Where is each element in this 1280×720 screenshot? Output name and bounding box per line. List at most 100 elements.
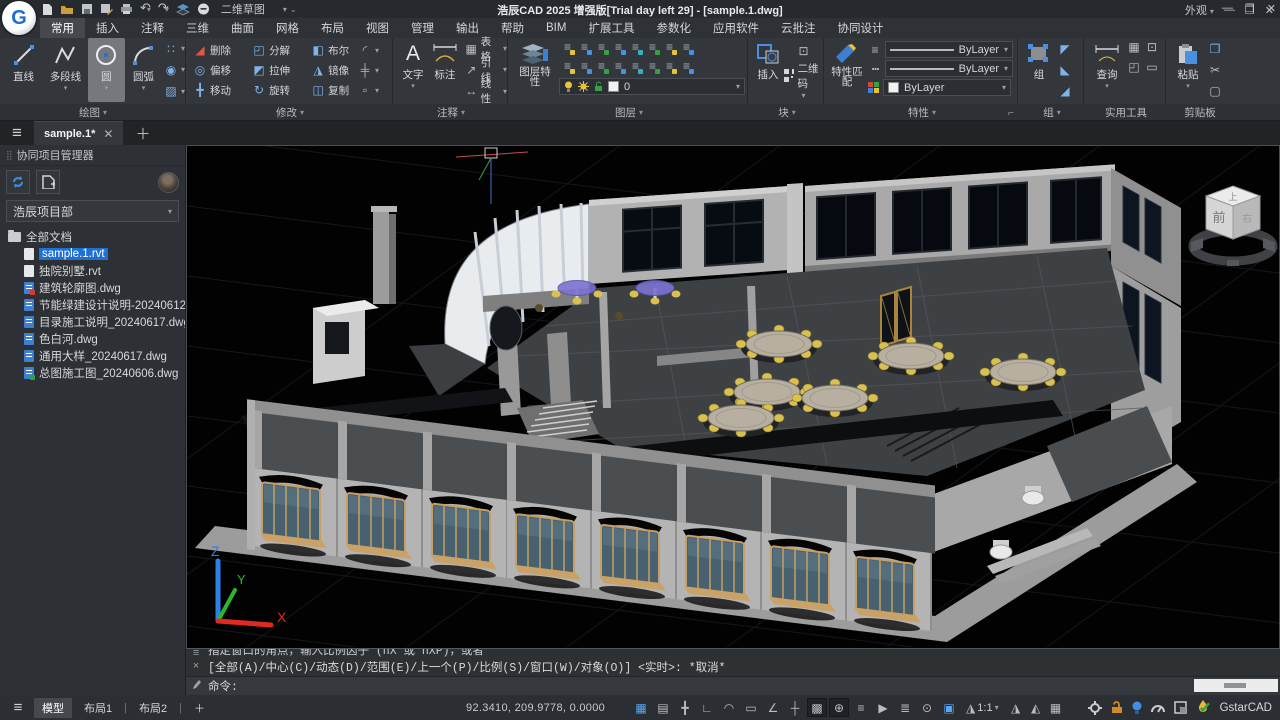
insert-block-button[interactable]: 插入	[754, 38, 782, 102]
drawing-viewport[interactable]: 上 前 右 Z Y X	[186, 145, 1280, 648]
project-selector[interactable]: 浩辰项目部 ▾	[6, 200, 179, 222]
new-layout-button[interactable]: ＋	[186, 698, 213, 718]
layout1-tab[interactable]: 布局1	[76, 698, 120, 718]
drag-handle-icon[interactable]: ⣿	[6, 150, 12, 161]
block-edit-button[interactable]: ⊡	[796, 41, 810, 61]
hatch-button[interactable]: ▨▾	[164, 81, 185, 101]
new-tab-button[interactable]: ＋	[123, 121, 162, 145]
viewcube-front-label[interactable]: 前	[1212, 210, 1225, 225]
status-toggle-icon[interactable]: ◠	[719, 698, 739, 717]
status-toggle-icon[interactable]: ⊙	[917, 698, 937, 717]
layer-tool-icon[interactable]: ≡	[559, 57, 576, 76]
copy-clip-icon[interactable]: ❐	[1208, 43, 1222, 55]
tree-file-item[interactable]: 目录施工说明_20240617.dwg	[0, 313, 185, 330]
align-button[interactable]: ╪▾	[358, 60, 392, 80]
qr-code-button[interactable]: 二维码	[784, 66, 823, 86]
group-edit-icon[interactable]: ◣	[1058, 64, 1072, 76]
status-toggle-icon[interactable]: ⊕	[829, 698, 849, 717]
annotate-tool-button[interactable]: ↔ 线性▾	[465, 81, 507, 101]
status-toggle-icon[interactable]: ≡	[851, 698, 871, 717]
settings-gear-icon[interactable]	[1088, 701, 1102, 715]
doc-close-button[interactable]: ✕	[1265, 4, 1274, 17]
modify-tool-button[interactable]: ↻ 旋转	[252, 80, 308, 100]
status-toggle-icon[interactable]: ┼	[785, 698, 805, 717]
layer-tool-icon[interactable]: ≡	[593, 38, 610, 57]
id-point-icon[interactable]: ⊡	[1145, 41, 1159, 61]
measure-button[interactable]: 查询▾	[1090, 38, 1124, 102]
color-dropdown[interactable]: ByLayer▾	[883, 79, 1011, 96]
modify-group-label[interactable]: 修改▾	[187, 104, 393, 121]
modify-tool-button[interactable]: ╋ 移动	[193, 80, 249, 100]
status-toggle-icon[interactable]: ▣	[939, 698, 959, 717]
paste-button[interactable]: 粘贴▾	[1172, 38, 1204, 102]
panel-menu-icon[interactable]: ≡	[0, 121, 34, 145]
ribbon-tab[interactable]: 扩展工具	[577, 18, 645, 38]
ribbon-tab[interactable]: 曲面	[220, 18, 265, 38]
status-toggle-icon[interactable]: ▭	[741, 698, 761, 717]
lock-icon[interactable]	[1111, 701, 1123, 714]
layer-tool-icon[interactable]: ≡	[593, 57, 610, 76]
tree-file-item[interactable]: 建筑轮廓图.dwg	[0, 279, 185, 296]
layer-tool-icon[interactable]: ≡	[559, 38, 576, 57]
quick-select-icon[interactable]: ◰	[1127, 61, 1141, 81]
layer-tool-icon[interactable]: ≡	[644, 57, 661, 76]
layer-tool-icon[interactable]: ≡	[644, 38, 661, 57]
viewcube-top-label[interactable]: 上	[1228, 192, 1237, 202]
status-toggle-icon[interactable]: ▤	[653, 698, 673, 717]
model-tab[interactable]: 模型	[34, 698, 72, 718]
draw-group-label[interactable]: 绘图▾	[0, 104, 186, 121]
user-avatar[interactable]	[158, 172, 179, 193]
layer-tool-icon[interactable]: ≡	[678, 57, 695, 76]
select-all-icon[interactable]: ▭	[1145, 61, 1159, 81]
status-toggle-icon[interactable]: ∟	[697, 698, 717, 717]
tree-file-item[interactable]: 节能绿建设计说明-20240612.dwg	[0, 296, 185, 313]
match-properties-button[interactable]: 特性匹配	[829, 38, 865, 102]
tree-folder-root[interactable]: 全部文档	[0, 228, 185, 245]
import-document-button[interactable]	[36, 170, 60, 194]
group-button[interactable]: 组	[1024, 38, 1054, 102]
ribbon-tab[interactable]: 注释	[130, 18, 175, 38]
layer-tool-icon[interactable]: ≡	[627, 57, 644, 76]
ribbon-tab[interactable]: 视图	[355, 18, 400, 38]
status-toggle-icon[interactable]: ▦	[631, 698, 651, 717]
layer-properties-button[interactable]: 图层特性	[515, 38, 555, 102]
viewcube-right-label[interactable]: 右	[1242, 212, 1252, 225]
scrollbar-handle[interactable]	[1224, 683, 1246, 688]
doc-restore-button[interactable]: ❐	[1245, 4, 1255, 17]
ribbon-tab[interactable]: 插入	[85, 18, 130, 38]
clipboard-group-label[interactable]: 剪贴板	[1168, 104, 1232, 121]
tree-file-item[interactable]: sample.1.rvt	[0, 245, 185, 262]
utilities-group-label[interactable]: 实用工具	[1086, 104, 1166, 121]
modify-tool-button[interactable]: ◰ 分解	[252, 40, 308, 60]
properties-group-label[interactable]: 特性▾⌐	[826, 104, 1018, 121]
document-tab[interactable]: sample.1* ✕	[34, 121, 123, 145]
clean-screen-corner-icon[interactable]	[1174, 701, 1187, 714]
sync-button[interactable]	[6, 170, 30, 194]
line-button[interactable]: 直线	[4, 38, 43, 102]
text-button[interactable]: A 文字▾	[398, 38, 428, 102]
ribbon-tab[interactable]: BIM	[535, 18, 577, 38]
tree-file-item[interactable]: 色白河.dwg	[0, 330, 185, 347]
annotation-toggle-icon[interactable]: ▦	[1046, 698, 1066, 717]
ribbon-tab[interactable]: 参数化	[645, 18, 702, 38]
dimension-button[interactable]: 标注	[428, 38, 462, 102]
layer-tool-icon[interactable]: ≡	[661, 38, 678, 57]
break-button[interactable]: ▫▾	[358, 80, 392, 100]
tree-file-item[interactable]: 独院别墅.rvt	[0, 262, 185, 279]
close-tab-icon[interactable]: ✕	[103, 127, 113, 141]
linetype-dropdown[interactable]: ByLayer▾	[885, 60, 1013, 77]
ribbon-tab[interactable]: 协同设计	[826, 18, 894, 38]
layer-tool-icon[interactable]: ≡	[678, 38, 695, 57]
bulb-icon[interactable]	[1132, 701, 1142, 715]
lineweight-dropdown[interactable]: ByLayer▾	[885, 41, 1013, 58]
arc-button[interactable]: 圆弧▾	[125, 38, 162, 102]
ribbon-tab[interactable]: 云批注	[770, 18, 827, 38]
annotation-toggle-icon[interactable]: ◭	[1026, 698, 1046, 717]
polyline-button[interactable]: 多段线▾	[43, 38, 88, 102]
calculator-icon[interactable]: ▦	[1127, 41, 1141, 61]
ribbon-tab[interactable]: 应用软件	[702, 18, 770, 38]
fillet-button[interactable]: ◜▾	[358, 40, 392, 60]
close-command-icon[interactable]: ×	[190, 661, 202, 673]
modify-tool-button[interactable]: ◎ 偏移	[193, 60, 249, 80]
layer-dropdown[interactable]: 0 ▾	[559, 78, 745, 95]
